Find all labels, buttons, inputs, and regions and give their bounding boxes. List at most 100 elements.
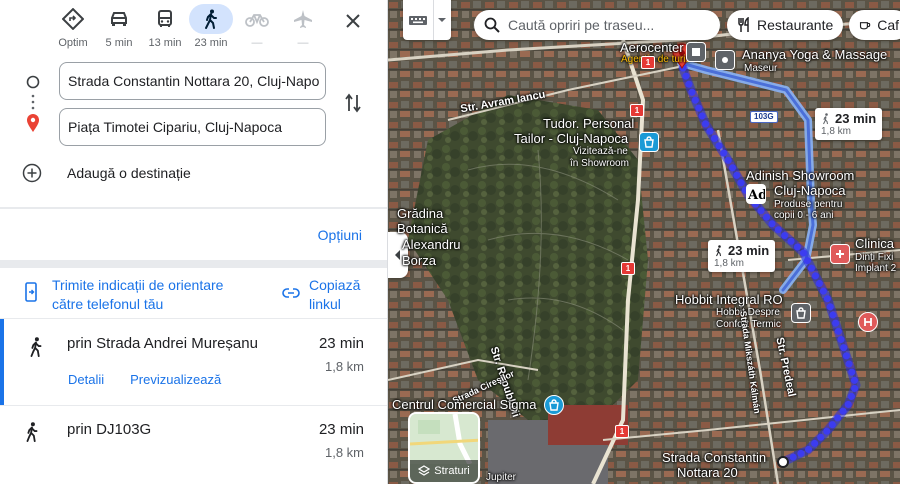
- poi-sublabel: copii 0 - 6 ani: [774, 210, 834, 221]
- route-callout[interactable]: 23 min 1,8 km: [708, 240, 776, 272]
- travel-mode-bar: Optim 5 min 13 min 23 min — —: [50, 4, 326, 54]
- poi-label[interactable]: Grădina: [397, 206, 443, 221]
- origin-input[interactable]: Strada Constantin Nottara 20, Cluj-Napo: [59, 62, 326, 100]
- add-destination-label: Adaugă o destinație: [67, 165, 191, 181]
- business-icon[interactable]: [686, 42, 706, 62]
- copy-link-button[interactable]: Copiază linkul: [282, 276, 369, 314]
- poi-label[interactable]: Ananya Yoga & Massage: [742, 47, 887, 62]
- poi-label[interactable]: Botanică: [397, 221, 448, 236]
- mode-transit[interactable]: 13 min: [142, 4, 188, 54]
- walk-icon: [189, 4, 233, 34]
- road-shield: 1: [615, 425, 629, 438]
- road-shield: 1: [641, 56, 655, 69]
- swap-waypoints-button[interactable]: [340, 92, 366, 114]
- poi-label[interactable]: Clinica: [855, 236, 894, 251]
- add-destination-button[interactable]: Adaugă o destinație: [22, 162, 191, 184]
- divider: [0, 260, 387, 268]
- poi-label[interactable]: Tudor. Personal: [543, 116, 634, 131]
- route-time: 23 min: [318, 335, 364, 352]
- send-to-phone-label: Trimite indicații de orientare către tel…: [52, 277, 224, 312]
- map-thumbnail: [410, 414, 478, 466]
- walk-icon: [716, 244, 721, 256]
- search-placeholder: Caută opriri pe traseu...: [508, 17, 655, 33]
- add-circle-icon: [22, 163, 42, 183]
- directions-panel: Optim 5 min 13 min 23 min — — Strada Con…: [0, 0, 388, 484]
- mode-flight[interactable]: —: [280, 4, 326, 54]
- close-directions-button[interactable]: [340, 8, 366, 34]
- callout-distance: 1,8 km: [714, 258, 745, 269]
- mode-label: —: [251, 37, 263, 49]
- mode-car[interactable]: 5 min: [96, 4, 142, 54]
- close-icon: [346, 14, 360, 28]
- shop-icon[interactable]: [639, 132, 659, 152]
- restaurant-icon: [738, 17, 749, 32]
- divider: [0, 207, 387, 209]
- mode-label: 13 min: [148, 37, 182, 49]
- mode-label: Optim: [58, 37, 88, 49]
- mode-walk[interactable]: 23 min: [188, 4, 234, 54]
- chip-restaurants[interactable]: Restaurante: [727, 10, 844, 40]
- clinic-icon[interactable]: [830, 244, 850, 264]
- chip-cafe[interactable]: Caf: [849, 10, 900, 40]
- poi-label[interactable]: Hobbit Integral RO: [675, 292, 783, 307]
- mode-label: —: [297, 37, 309, 49]
- mode-best[interactable]: Optim: [50, 4, 96, 54]
- poi-sublabel: în Showroom: [570, 158, 629, 169]
- poi-sublabel: Implant 2: [855, 263, 897, 274]
- preview-link[interactable]: Previzualizează: [130, 372, 221, 387]
- keyboard-icon: [409, 16, 427, 25]
- route-diamond-icon: [51, 4, 95, 34]
- shopping-icon[interactable]: [544, 395, 564, 415]
- callout-time: 23 min: [835, 111, 877, 126]
- send-to-phone-icon: [25, 282, 37, 302]
- mode-bike[interactable]: —: [234, 4, 280, 54]
- bike-icon: [235, 4, 279, 34]
- bus-icon: [143, 4, 187, 34]
- poi-label[interactable]: Adinish Showroom: [746, 168, 854, 183]
- layers-label: Straturi: [434, 465, 470, 477]
- poi-sublabel: Vizitează-ne: [573, 146, 628, 157]
- poi-label[interactable]: Nottara 20: [677, 465, 738, 480]
- poi-label[interactable]: Tailor - Cluj-Napoca: [514, 131, 628, 146]
- poi-label[interactable]: Strada Constantin: [662, 450, 766, 465]
- route-dots-icon: [26, 75, 40, 132]
- send-to-phone-link[interactable]: Trimite indicații de orientare către tel…: [24, 276, 242, 314]
- destination-input[interactable]: Piața Timotei Cipariu, Cluj-Napoca: [59, 108, 326, 146]
- poi-label[interactable]: Aerocenter: [620, 40, 684, 55]
- poi-label: Jupiter: [486, 472, 517, 483]
- swap-icon: [345, 93, 361, 113]
- details-link[interactable]: Detalii: [68, 372, 104, 387]
- brand-logo-icon[interactable]: Ad: [746, 184, 766, 204]
- route-option[interactable]: prin Strada Andrei Mureșanu 23 min 1,8 k…: [0, 319, 387, 405]
- chip-label: Caf: [877, 17, 899, 33]
- layers-icon: [418, 465, 431, 476]
- road-shield: 1: [630, 104, 644, 117]
- options-link[interactable]: Opțiuni: [318, 227, 362, 243]
- map-canvas[interactable]: Caută opriri pe traseu... Restaurante Ca…: [388, 0, 900, 484]
- poi-label[interactable]: Cluj-Napoca: [774, 183, 846, 198]
- poi-label[interactable]: Alexandru: [402, 237, 461, 252]
- search-icon: [484, 17, 500, 33]
- svg-text:Ad: Ad: [747, 188, 765, 202]
- store-icon[interactable]: [791, 303, 811, 323]
- chip-label: Restaurante: [757, 17, 834, 33]
- link-icon: [282, 288, 300, 298]
- search-along-route-input[interactable]: Caută opriri pe traseu...: [474, 10, 720, 40]
- layers-button[interactable]: Straturi: [408, 412, 480, 484]
- poi-label[interactable]: Centrul Comercial Sigma: [392, 397, 537, 412]
- route-distance: 1,8 km: [324, 359, 364, 374]
- callout-time: 23 min: [728, 243, 770, 258]
- mode-label: 5 min: [105, 37, 133, 49]
- plane-icon: [281, 4, 325, 34]
- spa-icon[interactable]: [715, 50, 735, 70]
- route-callout[interactable]: 23 min 1,8 km: [815, 108, 883, 140]
- poi-sublabel: Maseur: [744, 63, 778, 74]
- route-option[interactable]: prin DJ103G 23 min 1,8 km: [0, 406, 387, 484]
- poi-label[interactable]: Borza: [402, 253, 436, 268]
- car-icon: [97, 4, 141, 34]
- road-badge: 103G: [750, 111, 778, 123]
- route-name: prin Strada Andrei Mureșanu: [67, 335, 258, 352]
- hospital-icon[interactable]: [858, 312, 878, 332]
- route-distance: 1,8 km: [324, 445, 364, 460]
- input-tools-button[interactable]: [403, 0, 451, 40]
